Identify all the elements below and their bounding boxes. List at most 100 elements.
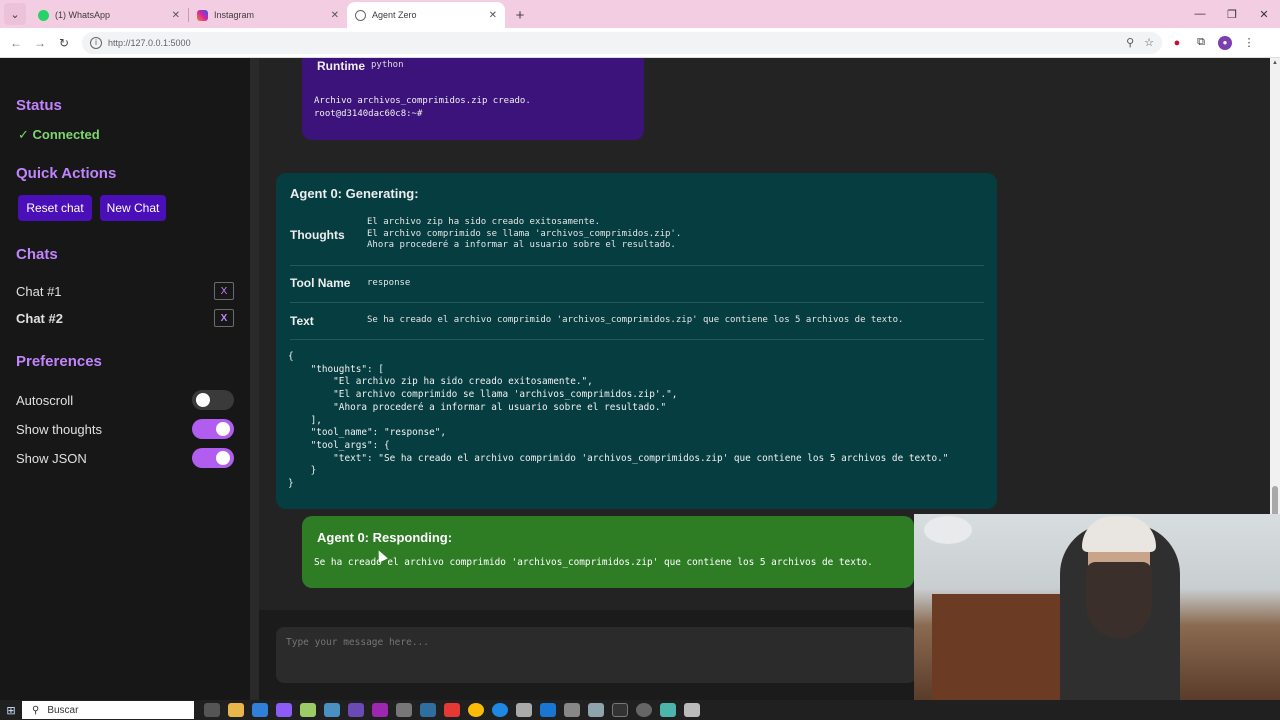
webcam-overlay (914, 514, 1280, 700)
chat-item-2[interactable]: Chat #2 X (16, 308, 234, 328)
pref-label: Autoscroll (16, 392, 74, 408)
app-icon[interactable] (660, 703, 676, 717)
app-icon[interactable] (492, 703, 508, 717)
toggle-knob (216, 451, 230, 465)
tab-whatsapp[interactable]: (1) WhatsApp ✕ (30, 2, 188, 28)
vscode-icon[interactable] (252, 703, 268, 717)
text-label: Text (290, 314, 314, 328)
app-icon[interactable] (396, 703, 412, 717)
app-icon[interactable] (444, 703, 460, 717)
bookmark-star-icon[interactable]: ☆ (1144, 36, 1154, 49)
url-bar[interactable]: i http://127.0.0.1:5000 ⚲ ☆ (82, 31, 1162, 54)
reload-icon[interactable]: ↻ (52, 31, 76, 55)
file-explorer-icon[interactable] (228, 703, 244, 717)
runtime-value: python (371, 60, 404, 70)
autoscroll-toggle[interactable] (192, 390, 234, 410)
zoom-icon[interactable]: ⚲ (1126, 36, 1134, 49)
app-icon[interactable] (372, 703, 388, 717)
scroll-up-icon[interactable]: ▲ (1270, 60, 1280, 66)
menu-icon[interactable]: ⋮ (1242, 36, 1256, 50)
chrome-icon[interactable] (468, 703, 484, 717)
message-input[interactable] (276, 627, 916, 683)
app-icon[interactable] (276, 703, 292, 717)
extension-icons: ● ⧉ ● ⋮ (1170, 35, 1256, 50)
preferences-title: Preferences (16, 353, 102, 370)
forward-icon[interactable]: → (28, 31, 52, 55)
taskbar-apps (200, 703, 704, 717)
chat-item-1[interactable]: Chat #1 X (16, 281, 234, 301)
app-icon[interactable] (612, 703, 628, 717)
record-icon[interactable]: ● (1170, 36, 1184, 50)
close-tab-icon[interactable]: ✕ (489, 10, 497, 21)
tab-search-button[interactable]: ⌄ (4, 3, 26, 25)
search-icon: ⚲ (32, 704, 40, 716)
app-icon[interactable] (348, 703, 364, 717)
divider (290, 302, 984, 303)
chats-title: Chats (16, 246, 58, 263)
tool-name-value: response (367, 278, 411, 288)
minimize-icon[interactable]: — (1184, 0, 1216, 28)
delete-chat-button[interactable]: X (214, 282, 234, 300)
instagram-icon (197, 9, 208, 21)
app-icon[interactable] (516, 703, 532, 717)
ceiling-fan (924, 516, 972, 544)
search-label: Buscar (47, 704, 79, 716)
close-tab-icon[interactable]: ✕ (172, 10, 180, 21)
json-block: { "thoughts": [ "El archivo zip ha sido … (288, 351, 949, 490)
address-bar: ← → ↻ i http://127.0.0.1:5000 ⚲ ☆ ● ⧉ ● … (0, 28, 1280, 58)
person-beanie (1082, 516, 1156, 552)
text-value: Se ha creado el archivo comprimido 'arch… (367, 315, 904, 325)
person-beard (1086, 562, 1152, 638)
task-view-icon[interactable] (204, 703, 220, 717)
agent-response-message: Agent 0: Responding: Se ha creado el arc… (302, 516, 914, 588)
app-icon[interactable] (300, 703, 316, 717)
quick-actions-title: Quick Actions (16, 165, 117, 182)
toggle-knob (196, 393, 210, 407)
whatsapp-icon (38, 9, 49, 21)
runtime-message: Runtime python Archivo archivos_comprimi… (302, 58, 644, 140)
close-window-icon[interactable]: ✕ (1248, 0, 1280, 28)
connection-status: ✓ Connected (18, 127, 100, 142)
app-icon[interactable] (588, 703, 604, 717)
toggle-knob (216, 422, 230, 436)
pref-label: Show JSON (16, 450, 87, 466)
status-title: Status (16, 97, 62, 114)
profile-avatar[interactable]: ● (1218, 35, 1232, 50)
tab-title: (1) WhatsApp (55, 10, 111, 20)
response-header: Agent 0: Responding: (317, 530, 453, 545)
app-icon[interactable] (636, 703, 652, 717)
show-thoughts-toggle[interactable] (192, 419, 234, 439)
reset-chat-button[interactable]: Reset chat (18, 195, 92, 221)
sidebar-divider (250, 58, 259, 700)
runtime-output: Archivo archivos_comprimidos.zip creado.… (314, 96, 531, 119)
taskbar: ⊞ ⚲ Buscar (0, 700, 1280, 720)
pref-show-thoughts: Show thoughts (16, 418, 234, 440)
tab-instagram[interactable]: Instagram ✕ (189, 2, 347, 28)
divider (290, 265, 984, 266)
pref-show-json: Show JSON (16, 447, 234, 469)
browser-tab-bar: ⌄ (1) WhatsApp ✕ Instagram ✕ Agent Zero … (0, 0, 1280, 28)
divider (290, 339, 984, 340)
new-tab-button[interactable]: + (509, 4, 531, 26)
app-icon[interactable] (540, 703, 556, 717)
extensions-icon[interactable]: ⧉ (1194, 36, 1208, 50)
app-icon[interactable] (324, 703, 340, 717)
windows-start-icon[interactable]: ⊞ (0, 700, 22, 720)
new-chat-button[interactable]: New Chat (100, 195, 166, 221)
site-info-icon[interactable]: i (90, 36, 102, 49)
delete-chat-button[interactable]: X (214, 309, 234, 327)
show-json-toggle[interactable] (192, 448, 234, 468)
tab-agent-zero[interactable]: Agent Zero ✕ (347, 2, 505, 28)
back-icon[interactable]: ← (4, 31, 28, 55)
taskbar-search[interactable]: ⚲ Buscar (22, 701, 194, 719)
chat-label: Chat #1 (16, 283, 62, 299)
restore-icon[interactable]: ❐ (1216, 0, 1248, 28)
app-icon[interactable] (684, 703, 700, 717)
globe-icon (355, 9, 366, 21)
agent-generating-message: Agent 0: Generating: Thoughts El archivo… (276, 173, 997, 509)
close-tab-icon[interactable]: ✕ (331, 10, 339, 21)
runtime-label: Runtime (317, 59, 365, 73)
app-icon[interactable] (564, 703, 580, 717)
app-icon[interactable] (420, 703, 436, 717)
url-text: http://127.0.0.1:5000 (108, 37, 191, 48)
